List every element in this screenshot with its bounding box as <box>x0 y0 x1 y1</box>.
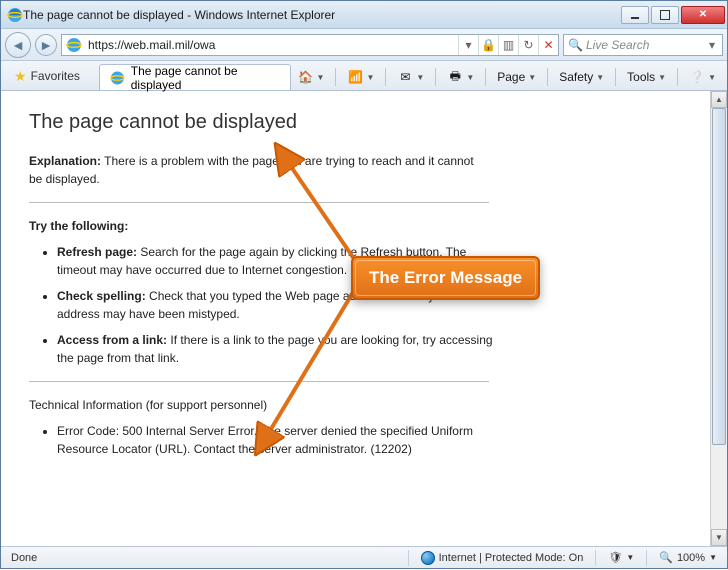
status-done: Done <box>7 552 41 564</box>
close-button[interactable] <box>681 6 725 24</box>
safety-menu[interactable]: Safety ▼ <box>552 66 611 88</box>
tab-command-bar: ★ Favorites The page cannot be displayed… <box>1 61 727 91</box>
favorites-label: Favorites <box>31 69 80 83</box>
print-button[interactable]: 🖶▼ <box>440 66 481 88</box>
tools-menu[interactable]: Tools ▼ <box>620 66 673 88</box>
address-dropdown[interactable]: ▾ <box>458 35 478 55</box>
url-text: https://web.mail.mil/owa <box>86 38 458 52</box>
feeds-button[interactable]: 📶▼ <box>340 66 381 88</box>
rss-icon: 📶 <box>347 69 363 85</box>
zoom-control[interactable]: 🔍 100% ▼ <box>655 551 721 564</box>
ie-logo-icon <box>7 7 23 23</box>
explanation-block: Explanation: There is a problem with the… <box>29 152 489 188</box>
vertical-scrollbar[interactable]: ▲ ▼ <box>710 91 727 546</box>
search-box[interactable]: 🔍 Live Search ▾ <box>563 34 723 56</box>
protected-mode-toggle[interactable]: 🛡 ▼ <box>604 551 638 564</box>
error-heading: The page cannot be displayed <box>29 111 682 134</box>
zoom-value: 100% <box>677 552 705 564</box>
home-icon: 🏠 <box>298 69 314 85</box>
navigation-bar: ◄ ► https://web.mail.mil/owa ▾ 🔒 ▥ ↻ ✕ 🔍… <box>1 29 727 61</box>
back-button[interactable]: ◄ <box>5 32 31 58</box>
try-block: Try the following: <box>29 217 489 235</box>
shield-icon: 🛡 <box>608 551 622 564</box>
tech-info-list: Error Code: 500 Internal Server Error. T… <box>57 422 497 458</box>
tab-title: The page cannot be displayed <box>131 64 280 92</box>
tech-info-label: Technical Information (for support perso… <box>29 396 489 414</box>
globe-icon <box>421 551 435 565</box>
zone-text: Internet | Protected Mode: On <box>439 552 584 564</box>
address-bar[interactable]: https://web.mail.mil/owa ▾ 🔒 ▥ ↻ ✕ <box>61 34 559 56</box>
star-icon: ★ <box>14 68 27 85</box>
list-item: Error Code: 500 Internal Server Error. T… <box>57 422 497 458</box>
mail-button[interactable]: ✉▼ <box>390 66 431 88</box>
search-dropdown[interactable]: ▾ <box>702 35 722 55</box>
scroll-thumb[interactable] <box>712 108 726 445</box>
divider <box>29 381 489 382</box>
mail-icon: ✉ <box>397 69 413 85</box>
maximize-button[interactable] <box>651 6 679 24</box>
home-button[interactable]: 🏠▼ <box>291 66 332 88</box>
search-icon: 🔍 <box>568 38 582 52</box>
page-icon <box>66 37 82 53</box>
forward-button[interactable]: ► <box>35 34 57 56</box>
status-bar: Done Internet | Protected Mode: On 🛡 ▼ 🔍… <box>1 546 727 568</box>
page-menu[interactable]: Page ▼ <box>490 66 543 88</box>
stop-button[interactable]: ✕ <box>538 35 558 55</box>
lock-icon[interactable]: 🔒 <box>478 35 498 55</box>
print-icon: 🖶 <box>447 69 463 85</box>
favorites-button[interactable]: ★ Favorites <box>5 64 89 88</box>
titlebar: The page cannot be displayed - Windows I… <box>1 1 727 29</box>
window-title: The page cannot be displayed - Windows I… <box>23 8 621 22</box>
error-page: The page cannot be displayed Explanation… <box>1 91 710 546</box>
minimize-button[interactable] <box>621 6 649 24</box>
ie-window: The page cannot be displayed - Windows I… <box>0 0 728 569</box>
active-tab[interactable]: The page cannot be displayed <box>99 64 291 90</box>
explanation-label: Explanation: <box>29 154 101 168</box>
annotation-callout: The Error Message <box>351 256 540 300</box>
scroll-up-button[interactable]: ▲ <box>711 91 727 108</box>
list-item: Access from a link: If there is a link t… <box>57 331 497 367</box>
help-button[interactable]: ❔▼ <box>682 66 723 88</box>
search-placeholder: Live Search <box>586 38 702 52</box>
tab-icon <box>110 70 125 86</box>
window-controls <box>621 6 725 24</box>
compat-view-icon[interactable]: ▥ <box>498 35 518 55</box>
security-zone[interactable]: Internet | Protected Mode: On <box>417 551 588 565</box>
help-icon: ❔ <box>689 69 705 85</box>
command-bar: 🏠▼ 📶▼ ✉▼ 🖶▼ Page ▼ Safety ▼ Tools ▼ ❔▼ <box>291 66 723 88</box>
scroll-track[interactable] <box>711 108 727 529</box>
try-label: Try the following: <box>29 219 128 233</box>
content-area: The page cannot be displayed Explanation… <box>1 91 727 546</box>
divider <box>29 202 489 203</box>
zoom-icon: 🔍 <box>659 551 673 564</box>
refresh-button[interactable]: ↻ <box>518 35 538 55</box>
scroll-down-button[interactable]: ▼ <box>711 529 727 546</box>
